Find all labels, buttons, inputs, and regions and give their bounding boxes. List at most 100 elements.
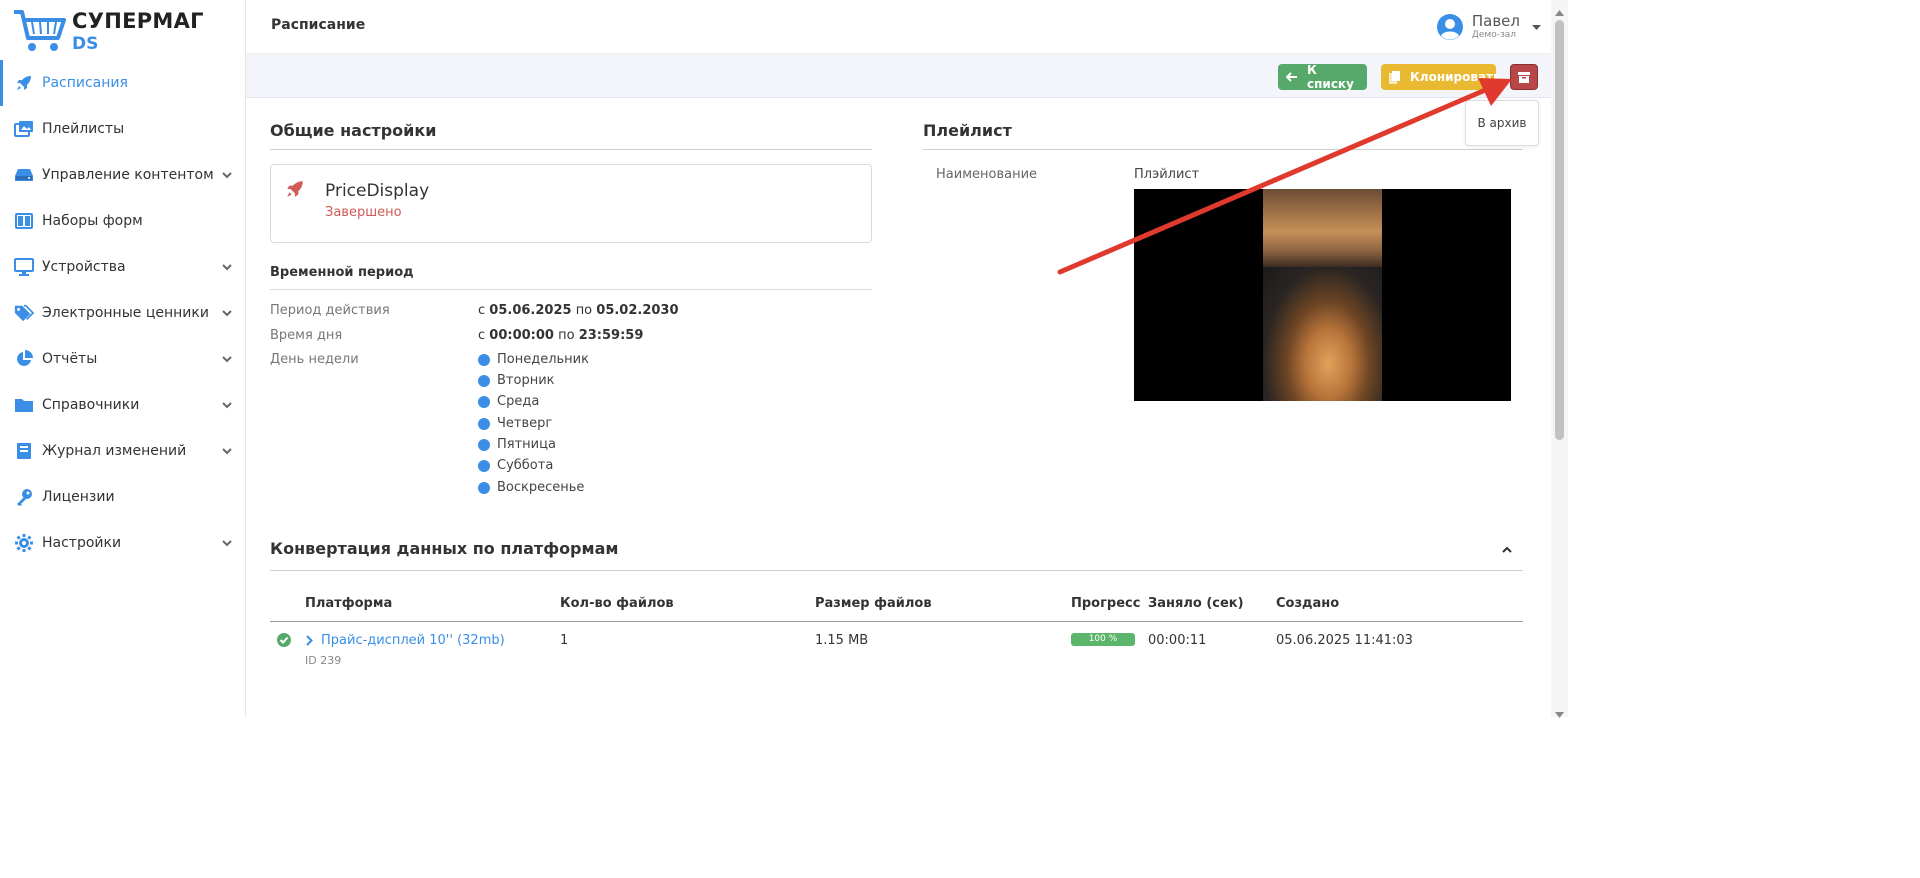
monitor-icon [14, 257, 34, 277]
period-section-title: Временной период [270, 265, 414, 280]
scroll-down-arrow-icon[interactable] [1555, 706, 1564, 722]
page-scrollbar[interactable] [1551, 0, 1568, 718]
chevron-up-icon[interactable] [1502, 541, 1512, 557]
sidebar-item-playlists[interactable]: Плейлисты [0, 106, 246, 152]
from-prefix: с [478, 328, 486, 343]
cart-logo-icon [14, 10, 66, 51]
time-to: 23:59:59 [578, 328, 644, 343]
sidebar-item-content-management[interactable]: Управление контентом [0, 152, 246, 198]
time-of-day-value: с 00:00:00 по 23:59:59 [478, 328, 643, 343]
archive-box-icon [1518, 71, 1530, 83]
playlist-preview-image[interactable] [1134, 189, 1511, 401]
action-bar: К списку Клонировать [246, 54, 1551, 98]
chevron-down-icon [222, 535, 232, 551]
sidebar-item-label: Наборы форм [42, 213, 143, 229]
sidebar-item-label: Отчёты [42, 351, 98, 367]
weekday-name: Четверг [497, 416, 553, 431]
weekday-item: Воскресенье [478, 480, 584, 495]
weekday-dot [478, 417, 490, 430]
sidebar-item-directories[interactable]: Справочники [0, 382, 246, 428]
archive-button[interactable] [1510, 64, 1538, 90]
weekday-name: Суббота [497, 458, 554, 473]
hard-drive-icon [14, 165, 34, 185]
sidebar: СУПЕРМАГ DS Расписания Плейлисты Управле… [0, 0, 246, 717]
weekday-name: Среда [497, 394, 540, 409]
weekday-item: Пятница [478, 437, 556, 452]
weekday-item: Среда [478, 394, 539, 409]
playlist-col-playlist: Плэйлист [1134, 167, 1200, 182]
time-from: 00:00:00 [489, 328, 554, 343]
app-logo[interactable]: СУПЕРМАГ DS [12, 8, 204, 56]
time-of-day-label: Время дня [270, 328, 343, 343]
to-prefix: по [558, 328, 575, 343]
file-count: 1 [560, 633, 569, 648]
user-avatar-icon [1436, 14, 1463, 40]
playlist-title: Плейлист [923, 121, 1012, 140]
pie-chart-icon [14, 349, 34, 369]
divider [270, 570, 1523, 571]
logo-text-main: СУПЕРМАГ [72, 9, 204, 33]
col-file-size: Размер файлов [815, 596, 932, 611]
general-settings-title: Общие настройки [270, 121, 437, 140]
sidebar-item-label: Лицензии [42, 489, 115, 505]
user-menu[interactable]: Павел Демо-зал [1436, 10, 1541, 44]
schedule-name: PriceDisplay [325, 181, 430, 201]
weekday-dot [478, 459, 490, 472]
platform-link[interactable]: Прайс-дисплей 10'' (32mb) [321, 633, 505, 648]
chevron-down-icon [222, 167, 232, 183]
weekday-name: Воскресенье [497, 480, 585, 495]
clone-button[interactable]: Клонировать [1381, 64, 1501, 90]
columns-icon [14, 211, 34, 231]
platform-id: ID 239 [305, 654, 342, 667]
caret-down-icon [1532, 19, 1541, 35]
sidebar-item-devices[interactable]: Устройства [0, 244, 246, 290]
schedule-card: PriceDisplay Завершено [270, 164, 872, 243]
divider [923, 149, 1523, 150]
success-check-icon [277, 633, 291, 651]
sidebar-item-label: Настройки [42, 535, 122, 551]
weekday-item: Четверг [478, 416, 552, 431]
weekday-item: Понедельник [478, 352, 589, 367]
sidebar-item-label: Справочники [42, 397, 140, 413]
table-header-divider [270, 621, 1523, 622]
playlist-col-name: Наименование [936, 167, 1038, 182]
logo-text-sub: DS [72, 34, 99, 54]
sidebar-item-form-sets[interactable]: Наборы форм [0, 198, 246, 244]
chevron-down-icon [222, 397, 232, 413]
schedule-status: Завершено [325, 205, 402, 220]
sidebar-item-price-tags[interactable]: Электронные ценники [0, 290, 246, 336]
chevron-right-icon[interactable] [306, 634, 313, 650]
tags-icon [14, 303, 34, 323]
gear-icon [14, 533, 34, 553]
weekday-name: Понедельник [497, 352, 589, 367]
book-icon [14, 441, 34, 461]
clone-label: Клонировать [1410, 70, 1501, 84]
scrollbar-thumb[interactable] [1555, 20, 1564, 440]
conversion-title: Конвертация данных по платформам [270, 539, 619, 558]
sidebar-item-changelog[interactable]: Журнал изменений [0, 428, 246, 474]
sidebar-nav: Расписания Плейлисты Управление контенто… [0, 60, 246, 566]
divider [270, 289, 872, 290]
folder-icon [14, 395, 34, 415]
col-duration: Заняло (сек) [1148, 596, 1244, 611]
validity-label: Период действия [270, 303, 390, 318]
chevron-down-icon [222, 351, 232, 367]
images-icon [14, 119, 34, 139]
sidebar-item-settings[interactable]: Настройки [0, 520, 246, 566]
weekday-name: Пятница [497, 437, 556, 452]
sidebar-item-reports[interactable]: Отчёты [0, 336, 246, 382]
col-progress: Прогресс [1071, 596, 1141, 611]
weekday-dot [478, 374, 490, 387]
duration: 00:00:11 [1148, 633, 1207, 648]
weekday-name: Вторник [497, 373, 555, 388]
sidebar-item-label: Устройства [42, 259, 126, 275]
weekday-item: Суббота [478, 458, 553, 473]
scroll-up-arrow-icon[interactable] [1555, 4, 1564, 20]
sidebar-item-schedules[interactable]: Расписания [0, 60, 246, 106]
key-icon [14, 487, 34, 507]
sidebar-item-licenses[interactable]: Лицензии [0, 474, 246, 520]
croissant-flour-image [1263, 267, 1382, 401]
from-prefix: с [478, 303, 486, 318]
back-to-list-button[interactable]: К списку [1278, 63, 1367, 91]
weekday-dot [478, 438, 490, 451]
